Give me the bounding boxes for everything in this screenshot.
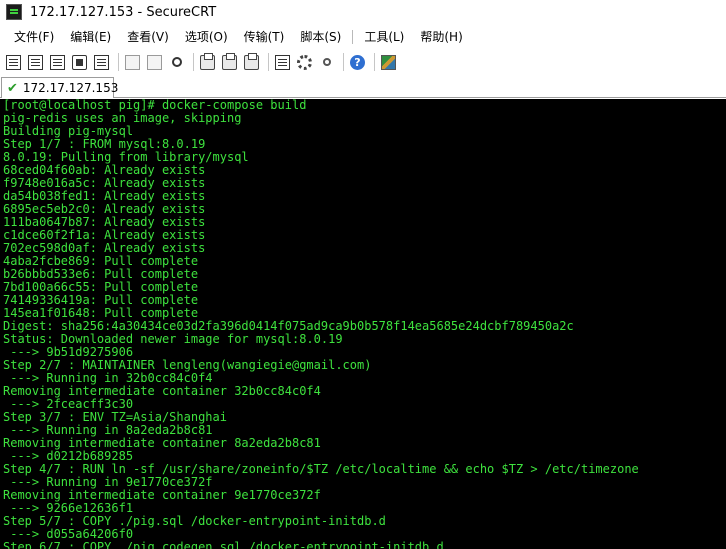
menu-help[interactable]: 帮助(H) — [412, 26, 470, 48]
help-icon: ? — [350, 54, 365, 70]
reconnect-icon — [72, 54, 87, 70]
menu-divider — [352, 30, 354, 44]
toolbar-divider — [268, 53, 269, 71]
print-selection-button[interactable] — [220, 52, 239, 72]
connect-icon — [6, 54, 21, 70]
copy-icon — [125, 54, 140, 70]
quick-connect-icon — [28, 54, 43, 70]
toolbar-divider — [118, 53, 119, 71]
menu-view[interactable]: 查看(V) — [119, 26, 177, 48]
session-tab-label: 172.17.127.153 — [22, 81, 119, 95]
menu-script[interactable]: 脚本(S) — [292, 26, 349, 48]
window-title: 172.17.127.153 - SecureCRT — [30, 4, 217, 20]
sftp-map-button[interactable] — [379, 53, 398, 72]
print-setup-icon — [244, 52, 259, 70]
quick-connect-button[interactable] — [26, 53, 45, 72]
toolbar-divider — [193, 53, 194, 71]
session-tab[interactable]: ✔ 172.17.127.153 — [1, 77, 118, 98]
print-setup-button[interactable] — [242, 52, 261, 72]
menu-file[interactable]: 文件(F) — [6, 26, 62, 48]
toolbar-divider — [374, 53, 375, 71]
menu-edit[interactable]: 编辑(E) — [62, 26, 119, 48]
connected-check-icon: ✔ — [7, 80, 18, 96]
find-icon — [171, 57, 182, 67]
toolbar-divider — [343, 53, 344, 71]
menu-options[interactable]: 选项(O) — [177, 26, 236, 48]
securecrt-app-icon[interactable] — [6, 4, 22, 20]
print-button[interactable] — [198, 52, 217, 72]
session-tab-bar: ✔ 172.17.127.153 — [0, 76, 726, 98]
connect-button[interactable] — [4, 53, 23, 72]
title-bar: 172.17.127.153 - SecureCRT — [0, 0, 726, 24]
print-selection-icon — [222, 52, 237, 70]
menu-transfer[interactable]: 传输(T) — [236, 26, 293, 48]
sftp-map-icon — [381, 54, 396, 70]
session-options-button[interactable] — [273, 53, 292, 72]
disconnect-button[interactable] — [92, 53, 111, 72]
terminal-output[interactable]: [root@localhost pig]# docker-compose bui… — [0, 99, 726, 549]
reconnect-button[interactable] — [70, 53, 89, 72]
help-button[interactable]: ? — [348, 53, 367, 72]
menu-bar: 文件(F) 编辑(E) 查看(V) 选项(O) 传输(T) 脚本(S) 工具(L… — [0, 26, 726, 48]
global-options-icon — [297, 54, 312, 70]
global-options-button[interactable] — [295, 53, 314, 72]
copy-button[interactable] — [123, 53, 142, 72]
connect-in-tab-icon — [50, 54, 65, 70]
session-options-icon — [275, 54, 290, 70]
keymap-icon — [322, 58, 331, 66]
toolbar: ? — [0, 50, 726, 74]
paste-button[interactable] — [145, 53, 164, 72]
paste-icon — [147, 54, 162, 70]
print-icon — [200, 52, 215, 70]
keymap-button[interactable] — [317, 53, 336, 72]
menu-tools[interactable]: 工具(L) — [356, 26, 412, 48]
disconnect-icon — [94, 54, 109, 70]
connect-in-tab-button[interactable] — [48, 53, 67, 72]
find-button[interactable] — [167, 53, 186, 72]
terminal-line: Step 6/7 : COPY ./pig_codegen.sql /docke… — [3, 540, 444, 549]
